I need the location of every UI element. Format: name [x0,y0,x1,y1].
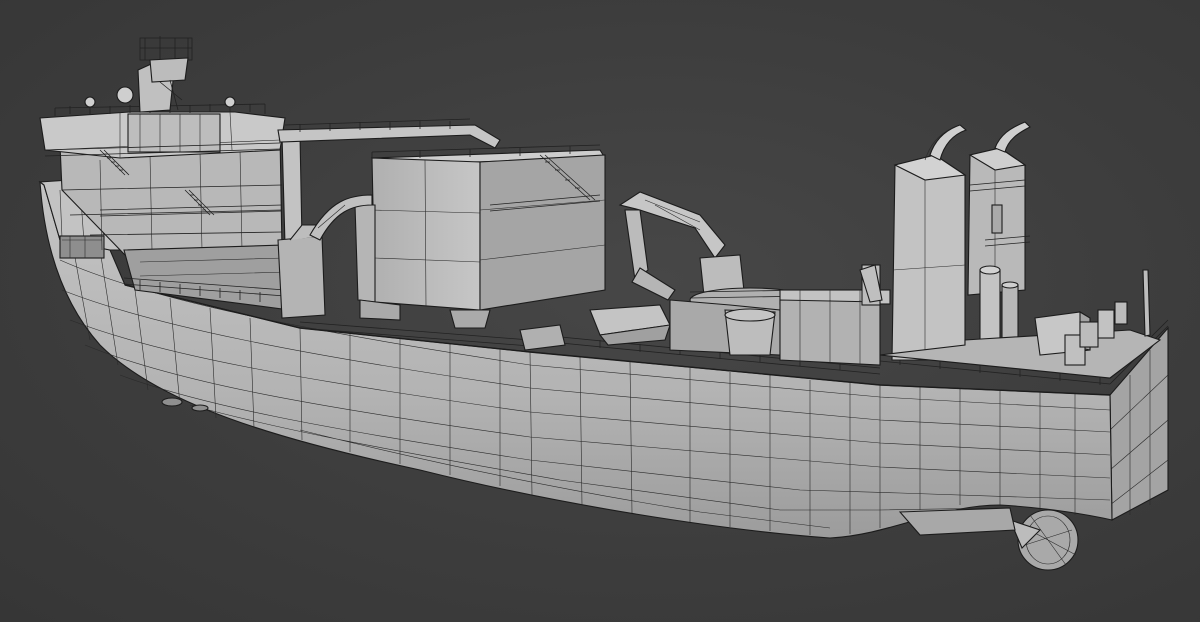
propeller [1009,509,1079,571]
viewport-canvas [0,0,1200,622]
funnel-casing-port [891,124,968,361]
central-module [354,144,606,329]
deck-hopper [519,304,671,351]
ship-model-render [38,36,1169,571]
pipe-gantry [277,118,501,149]
